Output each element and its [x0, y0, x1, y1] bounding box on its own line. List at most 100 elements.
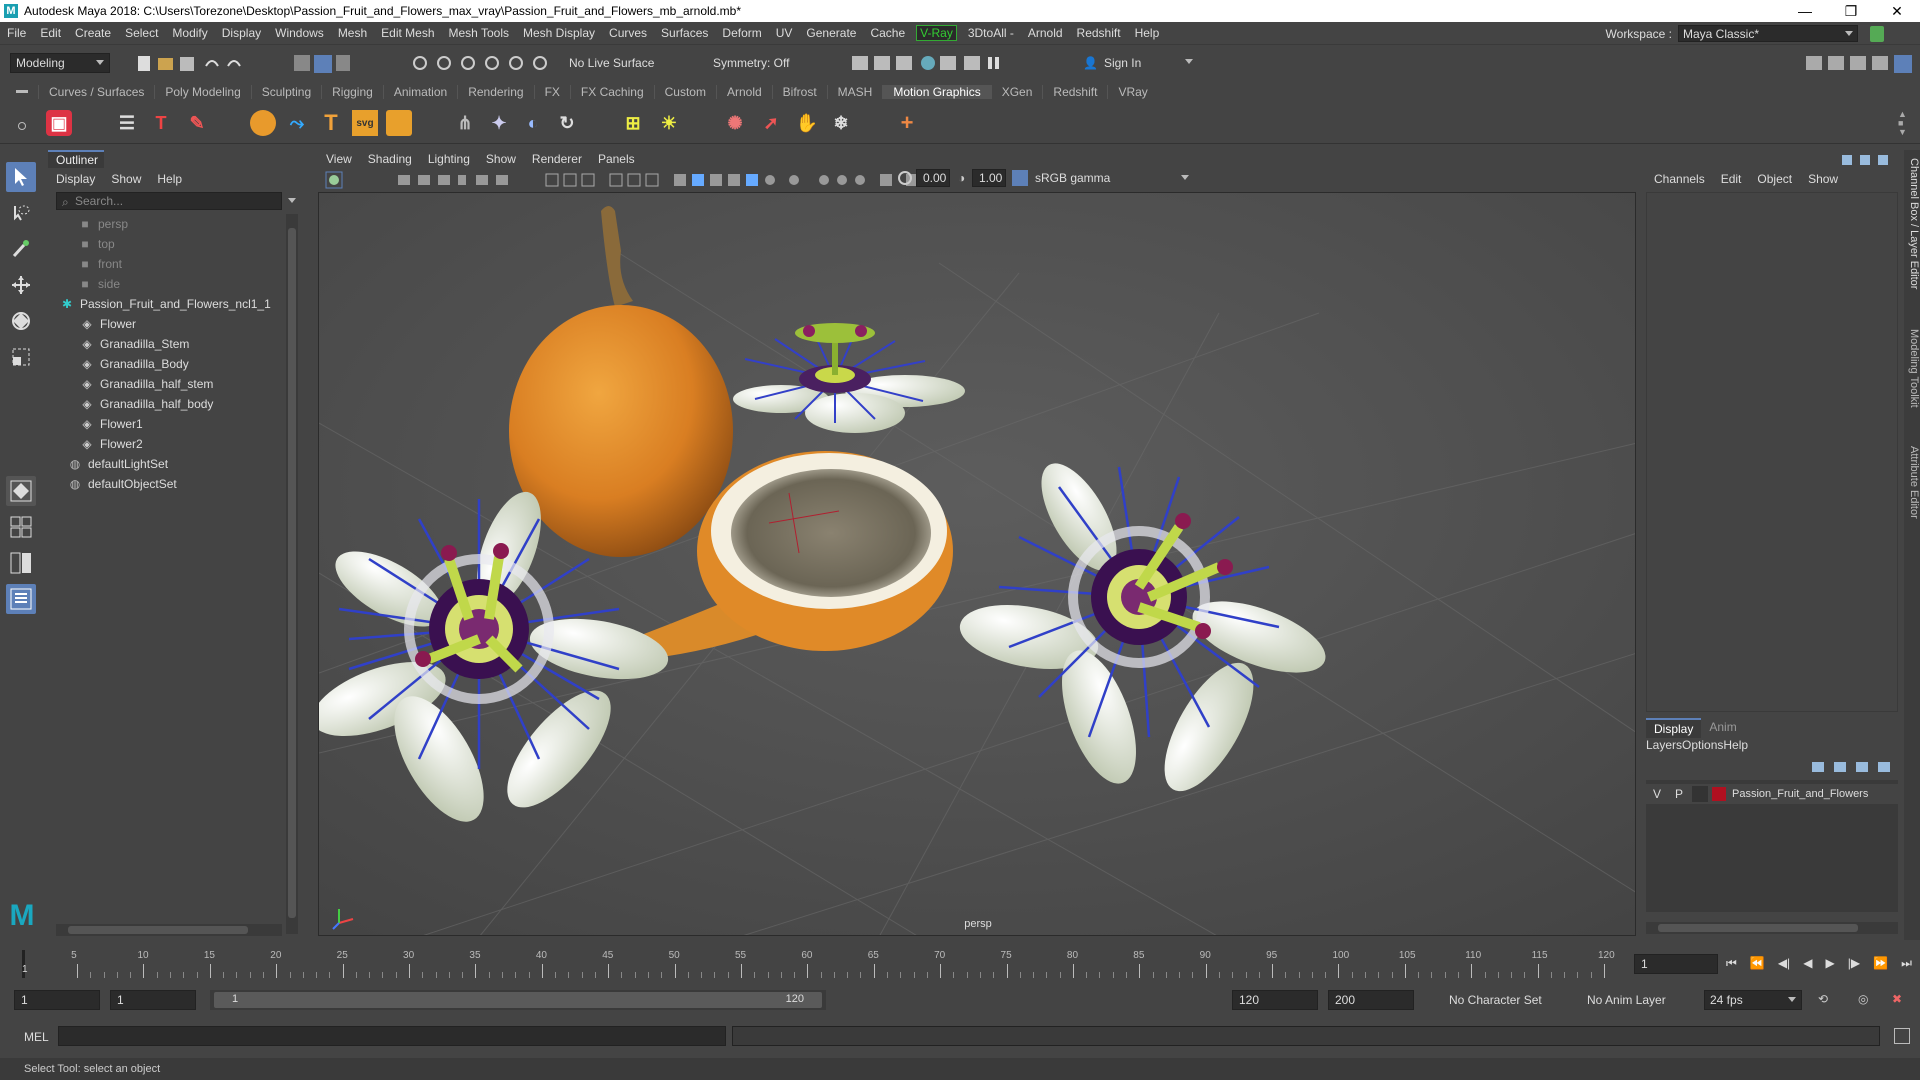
- step-forward-icon[interactable]: |▶: [1848, 956, 1860, 972]
- shelf-tab-rendering[interactable]: Rendering: [457, 85, 533, 99]
- viewport-menu-shading[interactable]: Shading: [360, 150, 420, 168]
- playback-end-field[interactable]: 120: [1232, 990, 1318, 1010]
- shelf-tab-arnold[interactable]: Arnold: [715, 85, 772, 99]
- layout-single-icon[interactable]: [6, 476, 36, 506]
- outliner-menu-help[interactable]: Help: [149, 170, 190, 188]
- layer-color-swatch[interactable]: [1712, 787, 1726, 801]
- viewport-menu-panels[interactable]: Panels: [590, 150, 643, 168]
- viewport-menu-show[interactable]: Show: [478, 150, 524, 168]
- go-to-start-icon[interactable]: ⏮: [1726, 956, 1737, 972]
- outliner-item-camera[interactable]: ■ front: [78, 254, 122, 274]
- layer-tab-display[interactable]: Display: [1646, 718, 1702, 738]
- cube-icon[interactable]: ▣: [46, 110, 72, 136]
- close-icon[interactable]: ✕: [1874, 0, 1920, 22]
- menu-select[interactable]: Select: [118, 26, 165, 40]
- menu-mesh-tools[interactable]: Mesh Tools: [442, 26, 516, 40]
- outliner-tab[interactable]: Outliner: [48, 150, 104, 168]
- shelf-options-icon[interactable]: [18, 122, 26, 130]
- menu-3dtoall[interactable]: 3DtoAll -: [961, 26, 1021, 40]
- outliner-item-camera[interactable]: ■ side: [78, 274, 120, 294]
- menu-create[interactable]: Create: [68, 26, 118, 40]
- outliner-item-mesh[interactable]: ◈ Granadilla_half_stem: [80, 374, 213, 394]
- shelf-tab-sculpting[interactable]: Sculpting: [250, 85, 321, 99]
- layer-menu-layers[interactable]: Layers: [1646, 738, 1682, 752]
- scrollbar-thumb[interactable]: [288, 228, 296, 918]
- outliner-item-set[interactable]: ◍ defaultLightSet: [68, 454, 168, 474]
- outliner-item-group[interactable]: ✱ Passion_Fruit_and_Flowers_ncl1_1: [60, 294, 271, 314]
- color-space-dropdown[interactable]: sRGB gamma: [1030, 169, 1194, 187]
- side-tab-modeling-toolkit[interactable]: Modeling Toolkit: [1904, 318, 1920, 418]
- shelf-tab-fx[interactable]: FX: [533, 85, 570, 99]
- scene-start-field[interactable]: 1: [14, 990, 100, 1010]
- gamma-icon[interactable]: ◑: [958, 171, 965, 185]
- hand-icon[interactable]: ✋: [794, 110, 820, 136]
- playback-start-field[interactable]: 1: [110, 990, 196, 1010]
- symmetry-dropdown[interactable]: Symmetry: Off: [708, 53, 808, 73]
- menu-modify[interactable]: Modify: [165, 26, 214, 40]
- shelf-scroll-icon[interactable]: ▲ ■ ▼: [1898, 110, 1908, 137]
- channel-menu-object[interactable]: Object: [1749, 172, 1800, 186]
- layer-row[interactable]: V P Passion_Fruit_and_Flowers: [1646, 784, 1898, 804]
- move-tool-icon[interactable]: [6, 270, 36, 300]
- shelf-tab-mash[interactable]: MASH: [826, 85, 883, 99]
- layout-outliner-icon[interactable]: [6, 584, 36, 614]
- paint-select-icon[interactable]: [6, 234, 36, 264]
- step-back-icon[interactable]: ◀|: [1778, 956, 1790, 972]
- shelf-tab-poly-modeling[interactable]: Poly Modeling: [154, 85, 250, 99]
- outliner-item-mesh[interactable]: ◈ Granadilla_Stem: [80, 334, 189, 354]
- scene-render[interactable]: persp: [319, 193, 1636, 936]
- sphere-icon[interactable]: [250, 110, 276, 136]
- box-icon[interactable]: [386, 110, 412, 136]
- outliner-hscrollbar[interactable]: [56, 924, 282, 936]
- sign-in-button[interactable]: 👤 Sign In: [1078, 53, 1198, 73]
- loop-icon[interactable]: ⟲: [1818, 992, 1828, 1006]
- range-bar[interactable]: 1 120: [210, 990, 826, 1010]
- outliner-item-camera[interactable]: ■ top: [78, 234, 114, 254]
- range-handle[interactable]: 1 120: [214, 992, 822, 1008]
- shelf-tab-motion-graphics[interactable]: Motion Graphics: [882, 85, 991, 99]
- svg-icon[interactable]: svg: [352, 110, 378, 136]
- shelf-tab-animation[interactable]: Animation: [382, 85, 457, 99]
- menu-arnold[interactable]: Arnold: [1021, 26, 1070, 40]
- auto-key-icon[interactable]: ◎: [1858, 992, 1868, 1006]
- layer-name[interactable]: Passion_Fruit_and_Flowers: [1732, 788, 1868, 800]
- viewport-menu-renderer[interactable]: Renderer: [524, 150, 590, 168]
- current-frame-field[interactable]: 1: [1634, 954, 1718, 974]
- channel-menu-show[interactable]: Show: [1800, 172, 1846, 186]
- shelf-menu-icon[interactable]: [16, 90, 28, 93]
- curve-icon[interactable]: ⤳: [284, 110, 310, 136]
- step-back-key-icon[interactable]: ⏪: [1750, 956, 1765, 972]
- loop-icon[interactable]: ↻: [554, 110, 580, 136]
- outliner-search-input[interactable]: Search...: [56, 192, 282, 210]
- layer-display-type[interactable]: [1692, 786, 1708, 802]
- outliner-menu-display[interactable]: Display: [48, 170, 103, 188]
- layer-hscrollbar[interactable]: [1646, 922, 1898, 934]
- play-back-icon[interactable]: ◀: [1803, 956, 1812, 972]
- menu-set-dropdown[interactable]: Modeling: [10, 53, 110, 73]
- channel-menu-channels[interactable]: Channels: [1646, 172, 1713, 186]
- viewport-tool-icons[interactable]: [324, 171, 944, 189]
- gamma-field[interactable]: 1.00: [972, 169, 1006, 187]
- menu-display[interactable]: Display: [215, 26, 268, 40]
- menu-generate[interactable]: Generate: [799, 26, 863, 40]
- light-grid-icon[interactable]: ⊞: [620, 110, 646, 136]
- color-management-icon[interactable]: [1012, 170, 1028, 186]
- channel-menu-edit[interactable]: Edit: [1713, 172, 1750, 186]
- shelf-tab-custom[interactable]: Custom: [653, 85, 716, 99]
- type-icon[interactable]: T: [318, 110, 344, 136]
- minimize-icon[interactable]: —: [1782, 0, 1828, 22]
- command-language-label[interactable]: MEL: [24, 1030, 49, 1044]
- flower-node-icon[interactable]: ✺: [722, 110, 748, 136]
- layer-visibility-toggle[interactable]: V: [1648, 787, 1666, 801]
- outliner-item-mesh[interactable]: ◈ Flower2: [80, 434, 142, 454]
- preferences-icon[interactable]: ✖: [1892, 992, 1902, 1006]
- channel-box[interactable]: [1646, 192, 1898, 712]
- channel-box-icons[interactable]: [1840, 152, 1896, 168]
- scene-end-field[interactable]: 200: [1328, 990, 1414, 1010]
- menu-surfaces[interactable]: Surfaces: [654, 26, 715, 40]
- viewport-menu-lighting[interactable]: Lighting: [420, 150, 478, 168]
- shelf-tab-vray[interactable]: VRay: [1107, 85, 1157, 99]
- lasso-tool-icon[interactable]: [6, 198, 36, 228]
- outliner-item-mesh[interactable]: ◈ Flower: [80, 314, 136, 334]
- arrow-node-icon[interactable]: ➚: [758, 110, 784, 136]
